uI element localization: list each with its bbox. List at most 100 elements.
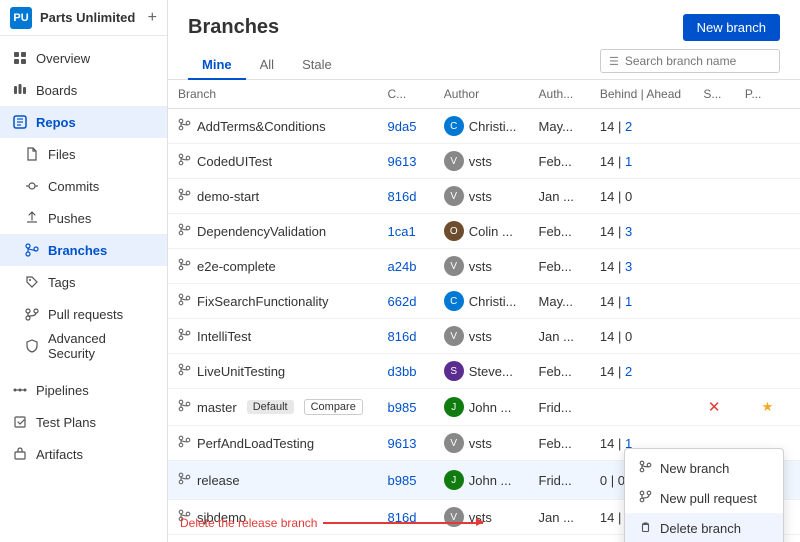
- author-cell: V vsts: [434, 179, 529, 214]
- delete-branch-menu-icon: [639, 520, 652, 536]
- commit-link[interactable]: 816d: [388, 189, 417, 204]
- commit-link[interactable]: a24b: [388, 259, 417, 274]
- sidebar-item-files[interactable]: Files: [0, 138, 167, 170]
- author-cell: V vsts: [434, 319, 529, 354]
- branch-type-icon: [178, 293, 191, 309]
- sidebar-item-commits[interactable]: Commits: [0, 170, 167, 202]
- new-branch-button[interactable]: New branch: [683, 14, 780, 41]
- search-icon: ☰: [609, 55, 619, 68]
- sidebar-header: PU Parts Unlimited +: [0, 0, 167, 36]
- sidebar-item-branches[interactable]: Branches: [0, 234, 167, 266]
- tab-stale[interactable]: Stale: [288, 51, 346, 80]
- context-menu-new-branch[interactable]: New branch: [625, 453, 783, 483]
- auth-date-cell: Jan ...: [529, 500, 590, 535]
- tab-mine[interactable]: Mine: [188, 51, 246, 80]
- search-input[interactable]: [625, 54, 755, 68]
- author-cell: C Christi...: [434, 109, 529, 144]
- ahead-link[interactable]: 3: [625, 259, 632, 274]
- sidebar-item-pushes[interactable]: Pushes: [0, 202, 167, 234]
- s-cell: [693, 319, 735, 354]
- col-commit: C...: [378, 80, 434, 109]
- behind-count: 14: [600, 119, 614, 134]
- p-cell: [735, 284, 800, 319]
- branch-name-cell: master Default Compare: [168, 389, 378, 426]
- sidebar-item-commits-label: Commits: [48, 179, 99, 194]
- sidebar-item-repos[interactable]: Repos: [0, 106, 167, 138]
- star-icon[interactable]: ★: [758, 397, 778, 417]
- sidebar-nav: Overview Boards Repos Files Commits: [0, 36, 167, 542]
- auth-date-cell: Feb...: [529, 214, 590, 249]
- branch-name-cell: e2e-complete: [168, 249, 378, 284]
- pipelines-icon: [12, 382, 28, 398]
- tab-all[interactable]: All: [246, 51, 288, 80]
- branch-type-icon: [178, 258, 191, 274]
- branch-name-cell: CodedUITest: [168, 144, 378, 179]
- commit-link[interactable]: d3bb: [388, 364, 417, 379]
- context-menu: New branch New pull request Delete branc…: [624, 448, 784, 542]
- commit-link[interactable]: 1ca1: [388, 224, 416, 239]
- sidebar-item-pushes-label: Pushes: [48, 211, 91, 226]
- sidebar-item-overview[interactable]: Overview: [0, 42, 167, 74]
- commit-cell: 9da5: [378, 109, 434, 144]
- commit-cell: 816d: [378, 319, 434, 354]
- branch-search[interactable]: ☰: [600, 49, 780, 73]
- table-row: CodedUITest 9613 V vsts Feb... 14 | 1: [168, 144, 800, 179]
- branch-type-icon: [178, 118, 191, 134]
- branch-name-text: IntelliTest: [197, 329, 251, 344]
- behind-ahead-cell: [590, 389, 693, 426]
- author-avatar: C: [444, 116, 464, 136]
- add-org-button[interactable]: +: [148, 9, 157, 27]
- sidebar-item-advanced-security[interactable]: Advanced Security: [0, 330, 167, 362]
- author-avatar: V: [444, 433, 464, 453]
- ahead-link[interactable]: 3: [625, 224, 632, 239]
- table-row: FixSearchFunctionality 662d C Christi...…: [168, 284, 800, 319]
- author-cell: C Christi...: [434, 284, 529, 319]
- auth-date-cell: Jan ...: [529, 179, 590, 214]
- boards-icon: [12, 82, 28, 98]
- ahead-link[interactable]: 2: [625, 364, 632, 379]
- commit-link[interactable]: 9613: [388, 154, 417, 169]
- commit-link[interactable]: 9613: [388, 436, 417, 451]
- table-row: master Default Compare b985 J John ... F…: [168, 389, 800, 426]
- author-cell: J John ...: [434, 389, 529, 426]
- ahead-link[interactable]: 1: [625, 294, 632, 309]
- sidebar-item-artifacts[interactable]: Artifacts: [0, 438, 167, 470]
- ahead-link[interactable]: 1: [625, 154, 632, 169]
- pushes-icon: [24, 210, 40, 226]
- sidebar-item-pull-requests[interactable]: Pull requests: [0, 298, 167, 330]
- behind-count: 14: [600, 510, 614, 525]
- branch-type-icon: [178, 328, 191, 344]
- context-menu-delete-branch[interactable]: Delete branch: [625, 513, 783, 542]
- commit-link[interactable]: 816d: [388, 329, 417, 344]
- commit-link[interactable]: 662d: [388, 294, 417, 309]
- p-cell: [735, 144, 800, 179]
- sidebar-item-pipelines[interactable]: Pipelines: [0, 374, 167, 406]
- overview-icon: [12, 50, 28, 66]
- author-name: Colin ...: [469, 224, 513, 239]
- commit-cell: a24b: [378, 249, 434, 284]
- sidebar-item-boards[interactable]: Boards: [0, 74, 167, 106]
- author-avatar: V: [444, 151, 464, 171]
- ahead-link[interactable]: 2: [625, 119, 632, 134]
- table-row: demo-start 816d V vsts Jan ... 14 | 0: [168, 179, 800, 214]
- s-cell: [693, 144, 735, 179]
- col-auth-date: Auth...: [529, 80, 590, 109]
- commit-link[interactable]: b985: [388, 473, 417, 488]
- commit-cell: 9613: [378, 426, 434, 461]
- commit-link[interactable]: 9da5: [388, 119, 417, 134]
- context-menu-new-pr[interactable]: New pull request: [625, 483, 783, 513]
- behind-count: 14: [600, 364, 614, 379]
- default-badge: Default: [247, 400, 294, 414]
- branch-name-cell: release: [168, 461, 378, 500]
- delete-icon[interactable]: ✕: [704, 396, 725, 418]
- sidebar-item-pipelines-label: Pipelines: [36, 383, 89, 398]
- sidebar-item-tags[interactable]: Tags: [0, 266, 167, 298]
- compare-badge[interactable]: Compare: [304, 399, 363, 415]
- branch-name-text: PerfAndLoadTesting: [197, 436, 314, 451]
- sidebar-item-test-plans[interactable]: Test Plans: [0, 406, 167, 438]
- behind-count: 14: [600, 294, 614, 309]
- behind-ahead-cell: 14 | 2: [590, 354, 693, 389]
- sidebar-item-pull-requests-label: Pull requests: [48, 307, 123, 322]
- commit-link[interactable]: b985: [388, 400, 417, 415]
- s-cell: [693, 284, 735, 319]
